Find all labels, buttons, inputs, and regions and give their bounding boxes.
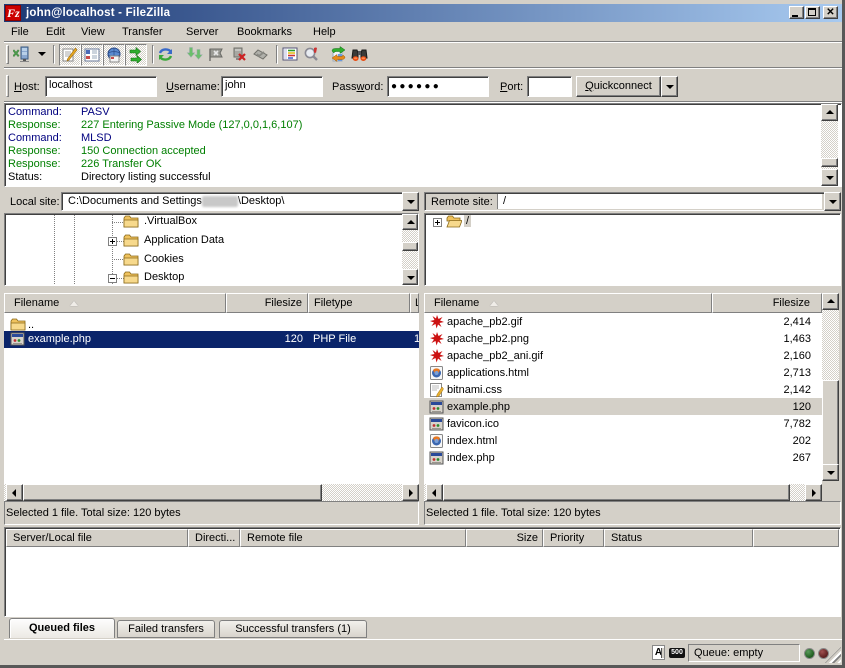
svg-text:Fz: Fz: [6, 6, 20, 20]
